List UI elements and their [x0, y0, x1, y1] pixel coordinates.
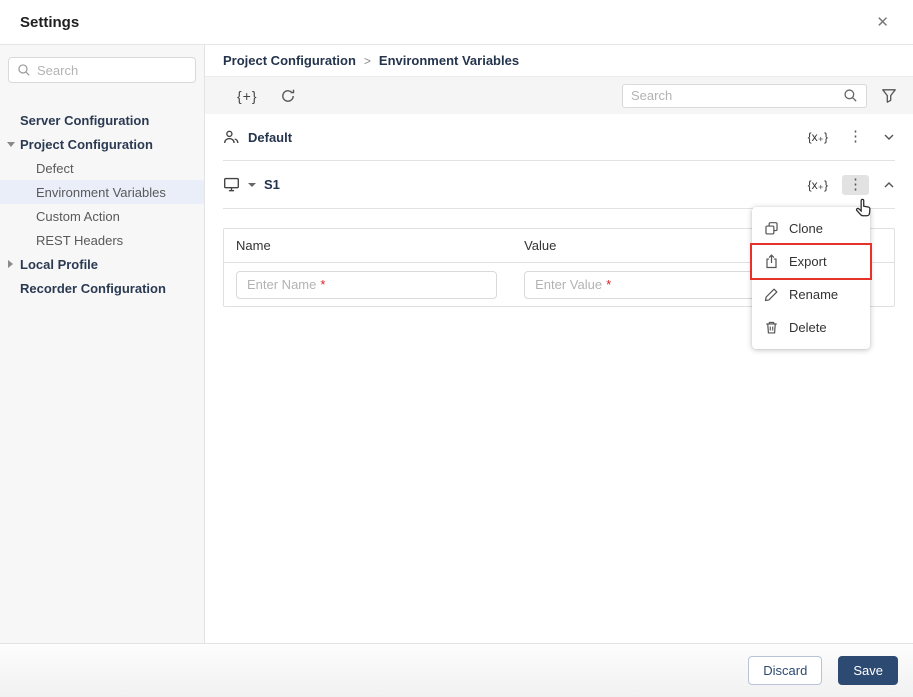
section-name-s1: S1	[264, 177, 280, 192]
monitor-icon	[223, 176, 240, 193]
section-name-default: Default	[248, 129, 293, 145]
sidebar-item-custom-action[interactable]: Custom Action	[0, 204, 204, 228]
sidebar-item-defect[interactable]: Defect	[0, 156, 204, 180]
sidebar-search-input[interactable]	[37, 62, 187, 78]
section-context-menu: Clone Export Rename Delete	[750, 207, 872, 349]
delete-icon	[764, 320, 779, 335]
chevron-up-icon[interactable]	[883, 179, 895, 191]
menu-item-export[interactable]: Export	[750, 243, 872, 280]
sidebar-item-local-profile[interactable]: Local Profile	[0, 252, 204, 276]
settings-nav: Server Configuration Project Configurati…	[0, 108, 204, 300]
breadcrumb-parent[interactable]: Project Configuration	[223, 53, 356, 68]
add-variable-icon[interactable]: {x₊}	[808, 178, 828, 192]
dialog-footer: Discard Save	[0, 643, 913, 697]
menu-item-rename[interactable]: Rename	[752, 278, 870, 311]
sidebar-item-recorder-configuration[interactable]: Recorder Configuration	[0, 276, 204, 300]
env-content: Default {x₊} ⋮ S1 {x₊} ⋮ Name Value Ente…	[205, 114, 913, 643]
sidebar-item-server-configuration[interactable]: Server Configuration	[0, 108, 204, 132]
close-icon[interactable]: ✕	[872, 11, 893, 34]
dialog-header: Settings ✕	[0, 0, 913, 45]
add-variable-icon[interactable]: {+}	[237, 88, 258, 104]
variables-search-input[interactable]	[631, 88, 837, 103]
search-icon	[17, 63, 31, 77]
section-row-default: Default {x₊} ⋮	[223, 114, 895, 161]
dialog-title: Settings	[20, 13, 80, 31]
search-icon	[843, 88, 858, 103]
name-field[interactable]: Enter Name *	[236, 270, 497, 299]
settings-sidebar: Server Configuration Project Configurati…	[0, 45, 205, 643]
chevron-down-icon[interactable]	[883, 131, 895, 143]
section-dropdown-icon[interactable]	[248, 182, 256, 187]
export-icon	[764, 254, 779, 269]
required-marker: *	[320, 277, 326, 292]
discard-button[interactable]: Discard	[748, 656, 823, 685]
users-icon	[223, 129, 240, 146]
column-header-name: Name	[236, 238, 271, 253]
sidebar-item-rest-headers[interactable]: REST Headers	[0, 228, 204, 252]
kebab-menu-icon-active[interactable]: ⋮	[842, 174, 869, 195]
clone-icon	[764, 221, 779, 236]
required-marker: *	[606, 277, 612, 292]
breadcrumb: Project Configuration > Environment Vari…	[205, 45, 913, 77]
breadcrumb-separator: >	[363, 53, 371, 68]
filter-icon[interactable]	[881, 88, 897, 104]
add-variable-icon[interactable]: {x₊}	[808, 130, 828, 144]
menu-item-clone[interactable]: Clone	[752, 212, 870, 245]
section-row-s1: S1 {x₊} ⋮	[223, 161, 895, 209]
collapse-caret-icon[interactable]	[8, 260, 13, 268]
rename-icon	[764, 287, 779, 302]
refresh-icon[interactable]	[280, 88, 296, 104]
save-button[interactable]: Save	[838, 656, 898, 685]
breadcrumb-current: Environment Variables	[378, 53, 520, 68]
sidebar-item-environment-variables[interactable]: Environment Variables	[0, 180, 204, 204]
variables-search-box[interactable]	[622, 83, 867, 108]
env-toolbar: {+}	[205, 77, 913, 114]
menu-item-delete[interactable]: Delete	[752, 311, 870, 344]
kebab-menu-icon[interactable]: ⋮	[842, 127, 869, 147]
sidebar-search-box[interactable]	[8, 57, 196, 83]
expand-caret-icon[interactable]	[7, 141, 15, 147]
sidebar-item-project-configuration[interactable]: Project Configuration	[0, 132, 204, 156]
